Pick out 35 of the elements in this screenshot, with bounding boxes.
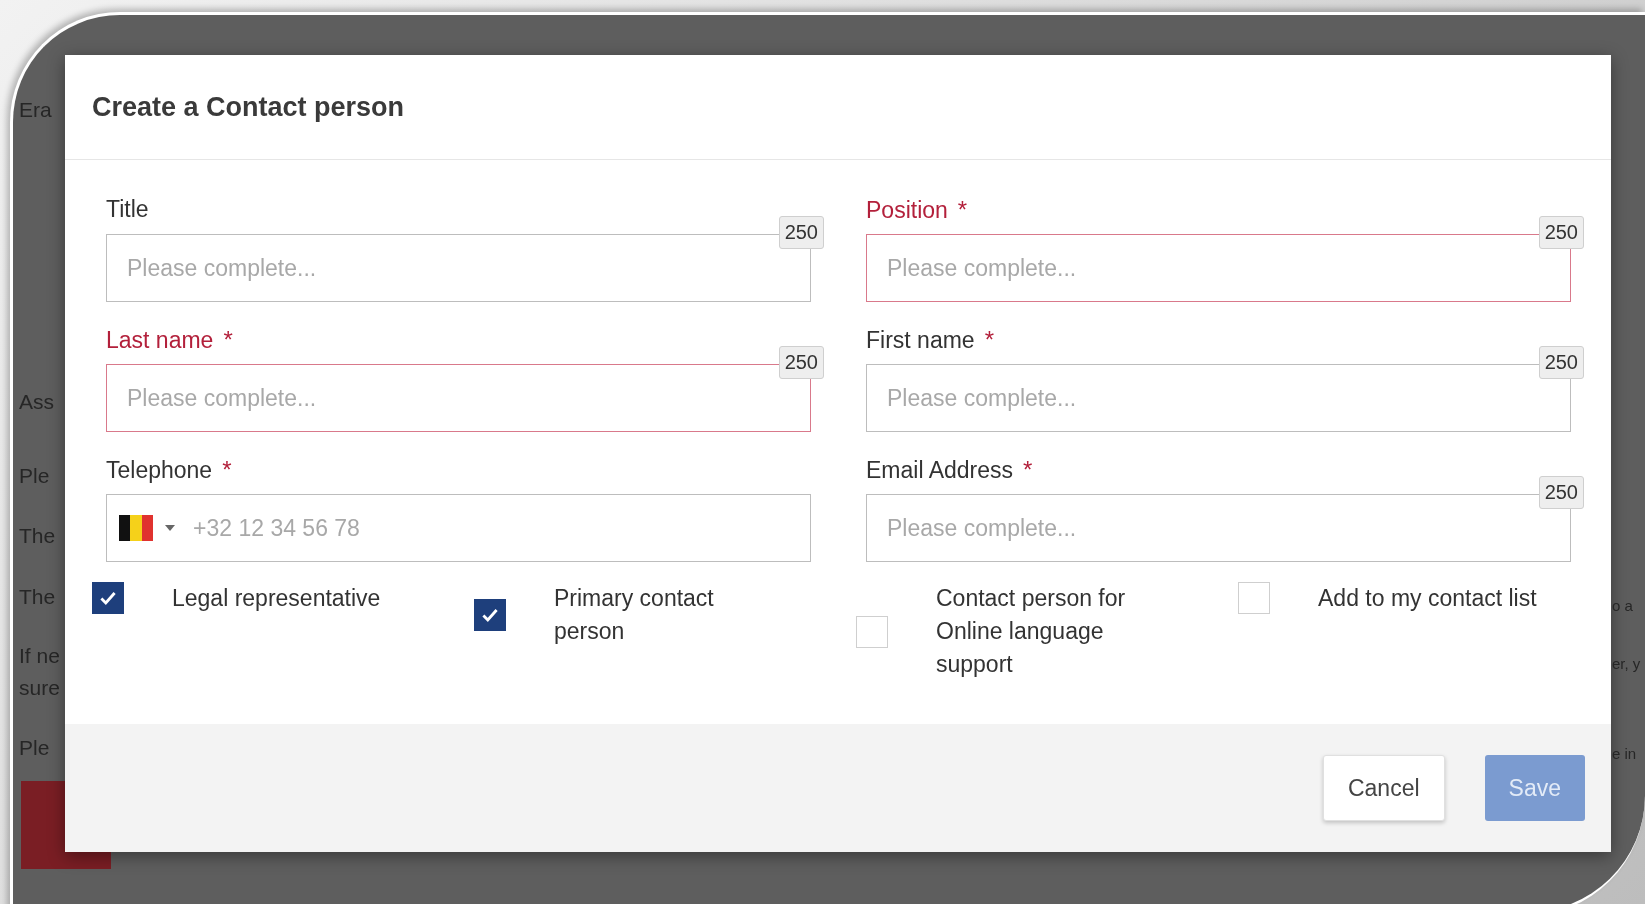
cancel-button[interactable]: Cancel [1322,755,1445,821]
field-label: Title [106,196,149,223]
caret-icon [165,525,175,531]
required-mark: * [223,326,233,354]
background-text: Ple [19,735,50,761]
field-label: Last name [106,327,214,354]
field-label: Position [866,197,948,224]
phone-field[interactable]: +32 12 34 56 78 [106,494,811,562]
field-label: Email Address [866,457,1013,484]
background-text: Ass [19,389,54,415]
required-mark: * [222,456,232,484]
checkbox-label: Add to my contact list [1318,584,1537,613]
required-mark: * [984,326,994,354]
character-counter: 250 [778,346,824,379]
background-text: The [19,584,56,610]
checkbox-label: Legal representative [172,584,381,613]
background-text: Era [19,97,52,123]
character-counter: 250 [778,216,824,249]
field-label: First name [866,327,975,354]
field-label: Telephone [106,457,213,484]
checkbox-label: Primary contact person [554,584,715,646]
background-text: The [19,523,56,549]
character-counter: 250 [1538,216,1584,249]
dialog-title: Create a Contact person [92,91,405,123]
character-counter: 250 [1538,346,1584,379]
background-text: Ple [19,463,50,489]
character-counter: 250 [1538,476,1584,509]
required-mark: * [957,196,968,224]
checkbox-label: Contact person for Online language support [936,584,1127,679]
required-mark: * [1023,456,1033,484]
background-text: sure [19,675,60,701]
belgian-flag-icon [119,515,153,541]
background-text: If ne [19,643,60,669]
checkbox[interactable] [92,582,124,614]
checkbox[interactable] [474,599,506,631]
